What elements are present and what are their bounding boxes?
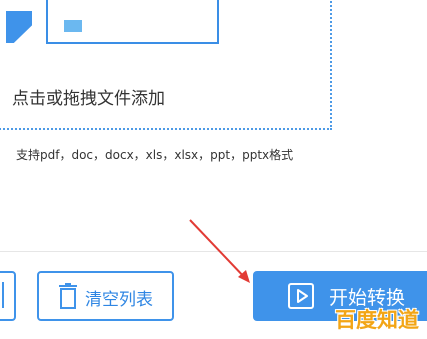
partial-button-icon [0,282,4,308]
play-icon [288,283,314,309]
supported-formats-text: 支持pdf，doc，docx，xls，xlsx，ppt，pptx格式 [16,148,294,162]
annotation-arrow-icon [189,219,250,283]
partial-button[interactable] [0,271,16,321]
watermark-logo: 百度知道 [335,308,419,332]
trash-icon [59,283,77,309]
add-file-icon [64,20,82,32]
clear-list-label: 清空列表 [85,290,153,310]
drop-hint-text: 点击或拖拽文件添加 [12,89,165,109]
clear-list-button[interactable]: 清空列表 [37,271,174,321]
